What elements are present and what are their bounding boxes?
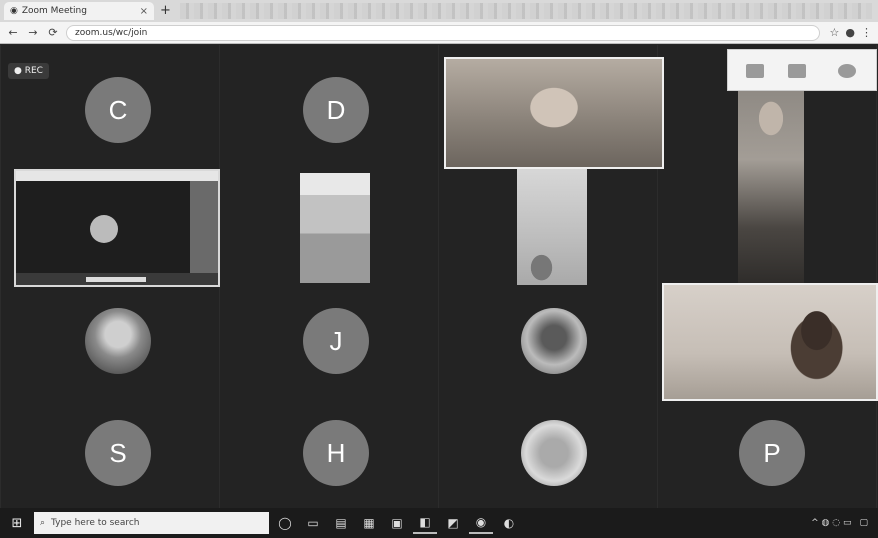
- participant-video-room-two[interactable]: [517, 169, 587, 285]
- zoom-favicon-icon: ◉: [10, 6, 18, 16]
- participant-video-woman[interactable]: [662, 283, 878, 401]
- participant-avatar-s[interactable]: S: [85, 420, 151, 486]
- participant-video-man[interactable]: [444, 57, 664, 169]
- taskbar-search-box[interactable]: ⌕ Type here to search: [34, 512, 269, 534]
- participant-avatar-j[interactable]: J: [303, 308, 369, 374]
- settings-app-icon[interactable]: ◩: [441, 512, 465, 534]
- store-icon[interactable]: ▦: [357, 512, 381, 534]
- participant-photo-avatar-two[interactable]: [521, 308, 587, 374]
- gallery-view-icon[interactable]: [788, 64, 806, 78]
- tab-title: Zoom Meeting: [21, 6, 87, 16]
- notification-icon[interactable]: ▢: [859, 518, 868, 528]
- shared-screen-sidepanel: [190, 181, 218, 273]
- recording-badge: ● REC: [8, 63, 49, 79]
- search-icon: ⌕: [40, 518, 46, 528]
- participant-avatar-h[interactable]: H: [303, 420, 369, 486]
- shared-screen-video[interactable]: [14, 169, 220, 287]
- participant-photo-avatar-three[interactable]: [521, 420, 587, 486]
- reload-icon[interactable]: ⟳: [46, 26, 60, 39]
- view-controls-panel[interactable]: [727, 49, 877, 91]
- zoom-app-icon[interactable]: ◉: [469, 512, 493, 534]
- url-field[interactable]: zoom.us/wc/join: [66, 24, 820, 41]
- file-explorer-icon[interactable]: ▤: [329, 512, 353, 534]
- taskbar: ⊞ ⌕ Type here to search ◯ ▭ ▤ ▦ ▣ ◧ ◩ ◉ …: [0, 508, 878, 538]
- media-app-icon[interactable]: ◐: [497, 512, 521, 534]
- mail-icon[interactable]: ▣: [385, 512, 409, 534]
- fullscreen-icon[interactable]: [838, 64, 856, 78]
- star-icon[interactable]: ☆: [830, 26, 840, 39]
- browser-tab-zoom[interactable]: ◉ Zoom Meeting ×: [4, 2, 154, 20]
- back-icon[interactable]: ←: [6, 26, 20, 39]
- participant-avatar-c[interactable]: C: [85, 77, 151, 143]
- browser-tab-bar: ◉ Zoom Meeting × +: [0, 0, 878, 23]
- speaker-view-icon[interactable]: [746, 64, 764, 78]
- cortana-icon[interactable]: ◯: [273, 512, 297, 534]
- participant-photo-avatar-one[interactable]: [85, 308, 151, 374]
- participant-video-room[interactable]: [300, 173, 370, 283]
- new-tab-button[interactable]: +: [160, 3, 171, 18]
- task-view-icon[interactable]: ▭: [301, 512, 325, 534]
- tab-close-icon[interactable]: ×: [140, 6, 148, 17]
- search-placeholder: Type here to search: [51, 518, 140, 528]
- browser-app-icon[interactable]: ◧: [413, 512, 437, 534]
- tray-icons[interactable]: ^ ◍ ◌ ▭: [811, 518, 851, 528]
- profile-icon[interactable]: ●: [845, 26, 855, 39]
- participant-video-tall[interactable]: [738, 91, 804, 287]
- participant-avatar-d[interactable]: D: [303, 77, 369, 143]
- address-bar-row: ← → ⟳ zoom.us/wc/join ☆ ● ⋮: [0, 22, 878, 44]
- shared-screen-circle: [90, 215, 118, 243]
- participant-avatar-p[interactable]: P: [739, 420, 805, 486]
- meeting-gallery: ● REC C D J S H P: [0, 45, 878, 508]
- tab-strip-background: [180, 3, 872, 19]
- start-button[interactable]: ⊞: [4, 512, 30, 534]
- forward-icon[interactable]: →: [26, 26, 40, 39]
- system-tray[interactable]: ^ ◍ ◌ ▭ ▢: [811, 518, 874, 528]
- shared-screen-progress: [86, 277, 146, 282]
- shared-screen-toolbar: [16, 171, 218, 181]
- menu-icon[interactable]: ⋮: [861, 26, 872, 39]
